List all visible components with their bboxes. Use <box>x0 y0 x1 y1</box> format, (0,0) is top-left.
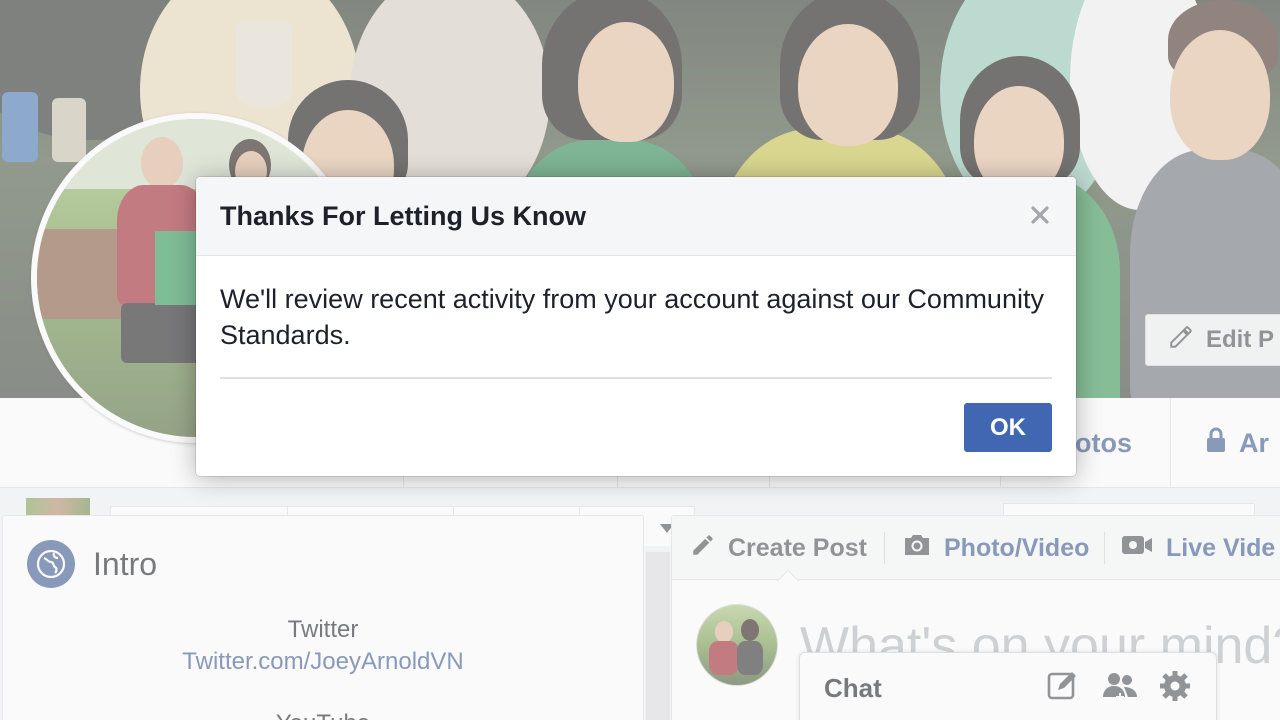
dialog-divider <box>220 377 1052 379</box>
close-button[interactable] <box>1026 203 1054 231</box>
ok-button[interactable]: OK <box>964 403 1052 452</box>
dialog-title: Thanks For Letting Us Know <box>220 201 587 231</box>
dialog-message: We'll review recent activity from your a… <box>220 284 1044 350</box>
close-icon <box>1030 205 1050 230</box>
dialog-header: Thanks For Letting Us Know <box>196 177 1076 256</box>
report-confirmation-dialog: Thanks For Letting Us Know We'll review … <box>196 177 1076 476</box>
